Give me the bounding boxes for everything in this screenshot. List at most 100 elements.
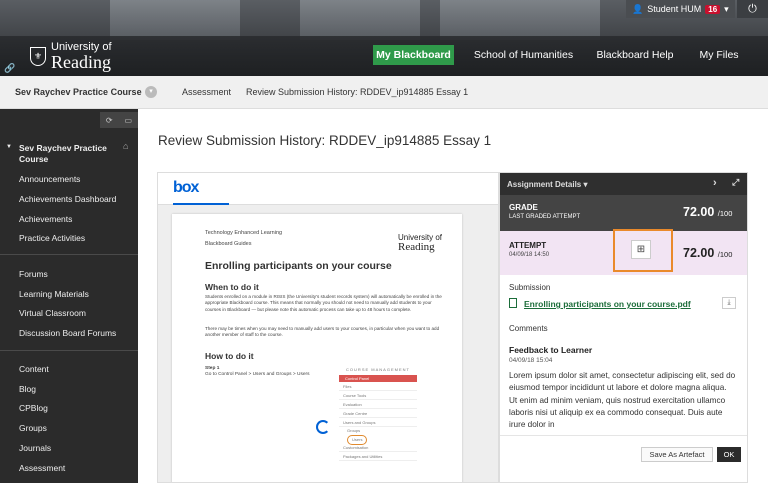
course-menu: ⟳ ▭ ▼ Sev Raychev Practice Course ⌂ Anno… bbox=[0, 109, 138, 483]
doc-menu-item: Grade Centre bbox=[339, 409, 417, 418]
logo-line2: Reading bbox=[51, 52, 111, 72]
doc-menu-item: Files bbox=[339, 382, 417, 391]
viewer-toolbar: box bbox=[158, 173, 498, 205]
banner-photo bbox=[110, 0, 240, 40]
attempt-score: 72.00 /100 bbox=[683, 246, 733, 260]
doc-step-label: Step 1 bbox=[205, 366, 220, 371]
sidebar-item-announcements[interactable]: Announcements bbox=[19, 174, 80, 184]
user-name: Student HUM bbox=[647, 4, 702, 14]
ok-button[interactable]: OK bbox=[717, 447, 741, 462]
attempt-label: ATTEMPT bbox=[509, 241, 547, 250]
crest-icon: ⚜ bbox=[30, 47, 46, 66]
doc-section-how: How to do it bbox=[205, 351, 254, 361]
grade-summary: GRADE LAST GRADED ATTEMPT 72.00 /100 bbox=[500, 195, 747, 231]
breadcrumb-current: Review Submission History: RDDEV_ip91488… bbox=[246, 87, 469, 97]
sidebar-item-content[interactable]: Content bbox=[19, 364, 49, 374]
folder-icon[interactable]: ▭ bbox=[124, 116, 132, 125]
doc-menu-item: Course Tools bbox=[339, 391, 417, 400]
tab-my-blackboard[interactable]: My Blackboard bbox=[373, 45, 454, 65]
loading-spinner-icon bbox=[316, 420, 330, 434]
grade-sub: LAST GRADED ATTEMPT bbox=[509, 214, 581, 220]
tab-my-files[interactable]: My Files bbox=[694, 45, 744, 65]
save-as-artefact-button[interactable]: Save As Artefact bbox=[641, 447, 713, 462]
doc-header2: Blackboard Guides bbox=[205, 241, 252, 247]
sidebar-item-achievements[interactable]: Achievements bbox=[19, 214, 72, 224]
sidebar-item-blog[interactable]: Blog bbox=[19, 384, 36, 394]
doc-menu-header: COURSE MANAGEMENT bbox=[346, 367, 410, 372]
sidebar-item-journals[interactable]: Journals bbox=[19, 443, 51, 453]
tab-blackboard-help[interactable]: Blackboard Help bbox=[592, 45, 678, 65]
doc-menu-item: Customisation bbox=[339, 443, 417, 452]
doc-menu-sub: Users bbox=[339, 435, 417, 445]
sidebar-item-assessment[interactable]: Assessment bbox=[19, 463, 65, 473]
divider bbox=[0, 350, 138, 351]
pin-icon[interactable]: 🔗 bbox=[4, 63, 15, 74]
banner-photo bbox=[300, 0, 420, 40]
feedback-title: Feedback to Learner bbox=[509, 345, 593, 355]
sidebar-tools: ⟳ ▭ bbox=[100, 112, 138, 128]
user-menu[interactable]: 👤 Student HUM 16 ▾ bbox=[626, 0, 735, 18]
collapse-icon[interactable]: ▼ bbox=[6, 144, 12, 150]
sidebar-item-discussion-board-forums[interactable]: Discussion Board Forums bbox=[19, 328, 116, 338]
breadcrumb-course[interactable]: Sev Raychev Practice Course bbox=[15, 87, 142, 97]
user-icon: 👤 bbox=[632, 3, 644, 14]
document-page: Technology Enhanced Learning Blackboard … bbox=[172, 214, 462, 482]
sidebar-item-achievements-dashboard[interactable]: Achievements Dashboard bbox=[19, 194, 116, 204]
sidebar-course-title[interactable]: Sev Raychev Practice Course bbox=[19, 143, 119, 165]
doc-logo-line2: Reading bbox=[398, 241, 435, 253]
callout-highlight bbox=[613, 229, 673, 272]
doc-paragraph: Students enrolled on a module in RISIS (… bbox=[205, 294, 442, 312]
doc-university-logo: University of Reading bbox=[398, 234, 442, 253]
home-icon[interactable]: ⌂ bbox=[123, 141, 128, 151]
banner-photo bbox=[440, 0, 600, 40]
file-icon bbox=[509, 298, 517, 308]
attempt-date: 04/09/18 14:50 bbox=[509, 252, 550, 258]
chevron-down-icon[interactable]: ▾ bbox=[145, 86, 157, 98]
doc-menu-screenshot: COURSE MANAGEMENT Control Panel Files Co… bbox=[339, 367, 417, 461]
grade-label: GRADE bbox=[509, 203, 538, 212]
sidebar-item-cpblog[interactable]: CPBlog bbox=[19, 403, 48, 413]
chevron-down-icon: ▾ bbox=[724, 3, 729, 14]
grade-score: 72.00 /100 bbox=[683, 205, 733, 219]
doc-section-when: When to do it bbox=[205, 282, 259, 292]
feedback-date: 04/09/18 15:04 bbox=[509, 357, 553, 364]
breadcrumb: Sev Raychev Practice Course ▾ Assessment… bbox=[0, 76, 768, 109]
power-icon[interactable]: ⏻ bbox=[737, 0, 768, 18]
sidebar-item-virtual-classroom[interactable]: Virtual Classroom bbox=[19, 308, 86, 318]
doc-menu-sub: Groups bbox=[347, 428, 361, 433]
doc-menu-item: Users and Groups bbox=[339, 418, 417, 427]
university-logo[interactable]: ⚜ University of Reading bbox=[30, 42, 112, 71]
box-underline bbox=[173, 203, 229, 205]
download-icon[interactable]: ⤓ bbox=[722, 297, 736, 309]
submission-file-link[interactable]: Enrolling participants on your course.pd… bbox=[524, 299, 691, 309]
tab-school-of-humanities[interactable]: School of Humanities bbox=[471, 45, 576, 65]
box-logo: box bbox=[173, 179, 199, 196]
doc-step: Step 1 Go to Control Panel > Users and G… bbox=[205, 366, 310, 378]
doc-paragraph: There may be times when you may need to … bbox=[205, 326, 440, 338]
panel-header: Assignment Details ▾ › ⤢ bbox=[500, 173, 747, 195]
sidebar-item-groups[interactable]: Groups bbox=[19, 423, 47, 433]
refresh-icon[interactable]: ⟳ bbox=[106, 116, 113, 125]
page-title: Review Submission History: RDDEV_ip91488… bbox=[158, 133, 492, 148]
panel-title-dropdown[interactable]: Assignment Details ▾ bbox=[507, 180, 588, 189]
assignment-details-panel: Assignment Details ▾ › ⤢ GRADE LAST GRAD… bbox=[499, 172, 748, 483]
doc-menu-item: Packages and Utilities bbox=[339, 452, 417, 461]
doc-menu-item: Control Panel bbox=[339, 375, 417, 382]
submission-label: Submission bbox=[509, 283, 551, 292]
sidebar-item-learning-materials[interactable]: Learning Materials bbox=[19, 289, 89, 299]
sidebar-item-practice-activities[interactable]: Practice Activities bbox=[19, 233, 85, 243]
chevron-right-icon[interactable]: › bbox=[713, 177, 717, 189]
breadcrumb-assessment[interactable]: Assessment bbox=[182, 87, 231, 97]
doc-header1: Technology Enhanced Learning bbox=[205, 230, 283, 236]
comments-label: Comments bbox=[509, 324, 548, 333]
notification-badge[interactable]: 16 bbox=[705, 4, 721, 14]
divider bbox=[0, 254, 138, 255]
document-viewer[interactable]: box Technology Enhanced Learning Blackbo… bbox=[157, 172, 499, 483]
panel-footer: Save As Artefact OK bbox=[500, 435, 747, 482]
sidebar-item-forums[interactable]: Forums bbox=[19, 269, 48, 279]
right-gutter bbox=[748, 109, 768, 483]
feedback-body: Lorem ipsum dolor sit amet, consectetur … bbox=[509, 371, 736, 430]
expand-icon[interactable]: ⤢ bbox=[732, 177, 739, 188]
doc-title: Enrolling participants on your course bbox=[205, 260, 392, 272]
doc-step-text: Go to Control Panel > Users and Groups >… bbox=[205, 372, 310, 377]
